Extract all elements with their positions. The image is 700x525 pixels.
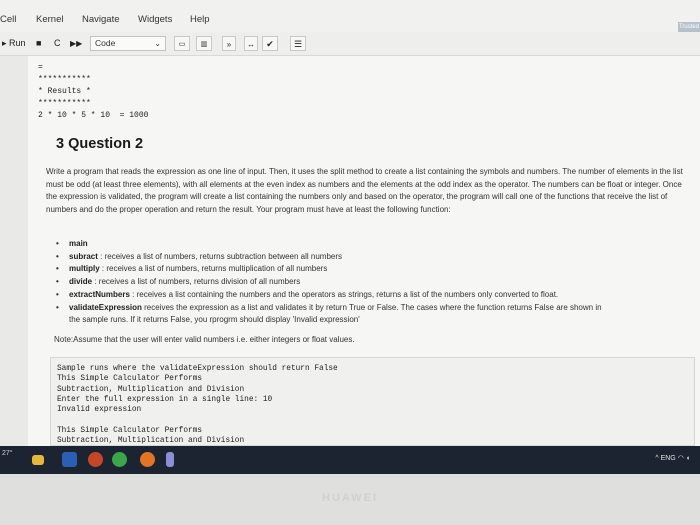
menu-bar: Cell Kernel Navigate Widgets Help Truste… — [0, 0, 700, 32]
output-line: *********** — [38, 75, 91, 84]
system-tray[interactable]: ^ ENG ◠ ◖ — [655, 454, 690, 462]
sample-line: Sample runs where the validateExpression… — [57, 365, 338, 373]
list-item: subract : receives a list of numbers, re… — [56, 251, 686, 264]
sample-line: Enter the full expression in a single li… — [57, 395, 273, 404]
function-list: main subract : receives a list of number… — [56, 238, 686, 327]
output-line: * Results * — [38, 87, 91, 96]
output-line: *********** — [38, 99, 91, 108]
word-icon[interactable] — [62, 452, 77, 467]
cell-output: = *********** * Results * *********** 2 * 10… — [38, 62, 148, 122]
app-icon[interactable] — [166, 452, 174, 467]
function-desc: : receives a list of numbers, returns mu… — [99, 264, 328, 274]
function-name: extractNumbers — [69, 289, 130, 299]
wifi-icon: ◠ — [677, 455, 684, 462]
run-label: Run — [9, 38, 26, 48]
list-item: divide : receives a list of numbers, ret… — [56, 276, 686, 289]
menu-item-cell[interactable]: Cell — [0, 14, 16, 25]
sample-line: This Simple Calculator Performs — [57, 426, 203, 435]
tray-language: ENG — [660, 455, 676, 462]
monitor-bezel: HUAWEI — [0, 474, 700, 525]
restart-icon[interactable]: C — [54, 36, 61, 51]
chevron-down-icon: ⌄ — [154, 39, 161, 48]
notebook-content: = *********** * Results * *********** 2 * 10… — [28, 56, 700, 446]
output-line: = — [38, 63, 43, 72]
list-item-continuation: the sample runs. If it returns False, yo… — [69, 315, 360, 325]
question-heading: 3 Question 2 — [56, 136, 144, 152]
weather-widget[interactable]: 27° — [2, 450, 13, 457]
run-icon: ▸ — [2, 38, 7, 48]
note-text: Note:Assume that the user will enter val… — [54, 335, 355, 344]
sample-runs-block: Sample runs where the validateExpression… — [50, 357, 695, 446]
sample-line — [57, 415, 694, 425]
menu-item-widgets[interactable]: Widgets — [138, 14, 172, 25]
function-name: multiply — [69, 264, 100, 274]
sample-code: Sample runs where the validateExpression… — [51, 358, 694, 446]
cell-type-value: Code — [95, 38, 116, 48]
list-item: main — [56, 238, 686, 251]
run-button[interactable]: ▸ Run — [2, 36, 26, 51]
function-desc: : receives a list of numbers, returns di… — [92, 277, 301, 287]
list-item: multiply : receives a list of numbers, r… — [56, 263, 686, 276]
function-name: divide — [69, 277, 93, 287]
chrome-icon[interactable] — [112, 452, 127, 467]
restart-run-all-icon[interactable]: ▶▶ — [70, 36, 82, 51]
chart-icon[interactable]: ▥ — [196, 36, 212, 51]
tray-chevron-icon: ^ — [655, 455, 659, 462]
question-paragraph: Write a program that reads the expressio… — [46, 167, 683, 214]
stop-icon[interactable]: ■ — [36, 36, 41, 51]
notebook-toolbar: ▸ Run ■ C ▶▶ Code ⌄ ▭ ▥ » ↔ ✔ ☰ — [0, 32, 700, 56]
list-icon[interactable]: ☰ — [290, 36, 306, 51]
powerpoint-icon[interactable] — [88, 452, 103, 467]
windows-taskbar: 27° ^ ENG ◠ ◖ — [0, 446, 700, 474]
trusted-badge[interactable]: Trusted — [678, 22, 700, 32]
brand-logo: HUAWEI — [322, 492, 378, 504]
function-name: validateExpression — [69, 302, 142, 312]
keyboard-icon[interactable]: ▭ — [174, 36, 190, 51]
list-item: validateExpression receives the expressi… — [56, 302, 686, 315]
menu-item-navigate[interactable]: Navigate — [82, 14, 120, 25]
sample-line: Subtraction, Multiplication and Division — [57, 437, 245, 446]
function-name: subract — [69, 251, 98, 261]
dash-icon[interactable]: ↔ — [244, 36, 258, 51]
list-item: extractNumbers : receives a list contain… — [56, 289, 686, 302]
output-line: 2 * 10 * 5 * 10 = 1000 — [38, 111, 149, 120]
function-desc: receives the expression as a list and va… — [141, 302, 602, 312]
chevrons-icon[interactable]: » — [222, 36, 236, 51]
function-desc: : receives a list containing the numbers… — [129, 289, 559, 299]
firefox-icon[interactable] — [140, 452, 155, 467]
menu-item-kernel[interactable]: Kernel — [36, 14, 63, 25]
menu-item-help[interactable]: Help — [190, 14, 210, 25]
sample-line: Subtraction, Multiplication and Division — [57, 385, 245, 394]
file-explorer-icon[interactable] — [32, 455, 44, 465]
check-icon[interactable]: ✔ — [262, 36, 278, 51]
sample-line: This Simple Calculator Performs — [57, 375, 203, 384]
function-name: main — [69, 239, 88, 248]
sample-line: Invalid expression — [57, 406, 142, 415]
volume-icon: ◖ — [685, 455, 690, 462]
cell-type-select[interactable]: Code ⌄ — [90, 36, 166, 51]
function-desc: : receives a list of numbers, returns su… — [97, 251, 343, 261]
